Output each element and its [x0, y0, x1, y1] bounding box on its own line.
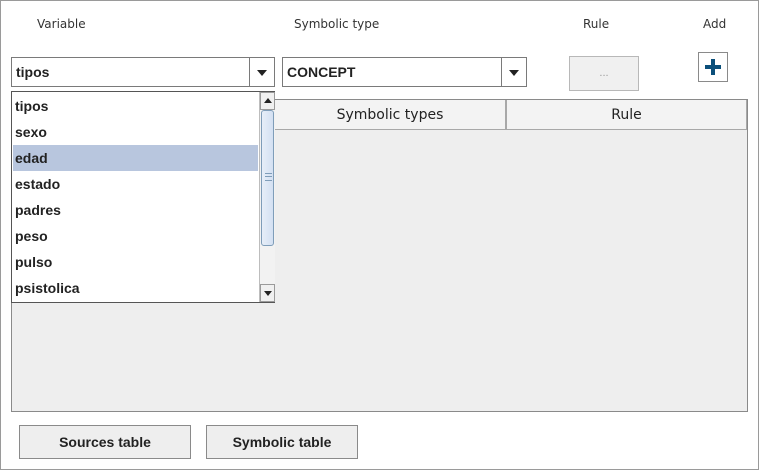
list-item-selected[interactable]: edad [13, 145, 258, 171]
plus-icon [705, 59, 721, 75]
symbolic-type-combobox[interactable]: CONCEPT [282, 57, 527, 87]
sources-table-button[interactable]: Sources table [19, 425, 191, 459]
variable-combobox-value: tipos [16, 64, 50, 80]
scrollbar-thumb[interactable] [261, 110, 274, 246]
symbolic-table-button[interactable]: Symbolic table [206, 425, 358, 459]
variable-dropdown-list: tipos sexo edad estado padres peso pulso… [11, 91, 275, 303]
symbolic-type-header: Symbolic type [294, 17, 380, 31]
window-frame: Variable Symbolic type Rule Add tipos CO… [0, 0, 759, 470]
symbolic-type-combobox-value: CONCEPT [287, 64, 356, 80]
list-item[interactable]: padres [13, 197, 258, 223]
list-item[interactable]: estado [13, 171, 258, 197]
variable-combobox[interactable]: tipos [11, 57, 275, 87]
rule-button[interactable]: ... [569, 56, 639, 91]
add-button[interactable] [698, 52, 728, 82]
list-item[interactable]: tipos [13, 93, 258, 119]
scroll-down-icon[interactable] [260, 284, 275, 302]
rule-header: Rule [583, 17, 610, 31]
list-item[interactable]: peso [13, 223, 258, 249]
list-item[interactable]: sexo [13, 119, 258, 145]
variable-header: Variable [37, 17, 86, 31]
list-item[interactable]: psistolica [13, 275, 258, 301]
grip-icon [265, 173, 272, 181]
column-header-rule[interactable]: Rule [506, 100, 747, 130]
chevron-down-icon[interactable] [501, 58, 526, 86]
dropdown-scrollbar[interactable] [259, 92, 275, 302]
scroll-up-icon[interactable] [260, 92, 275, 110]
chevron-down-icon[interactable] [249, 58, 274, 86]
column-header-symbolic-types[interactable]: Symbolic types [274, 100, 506, 130]
list-item[interactable]: pulso [13, 249, 258, 275]
add-header: Add [703, 17, 727, 31]
